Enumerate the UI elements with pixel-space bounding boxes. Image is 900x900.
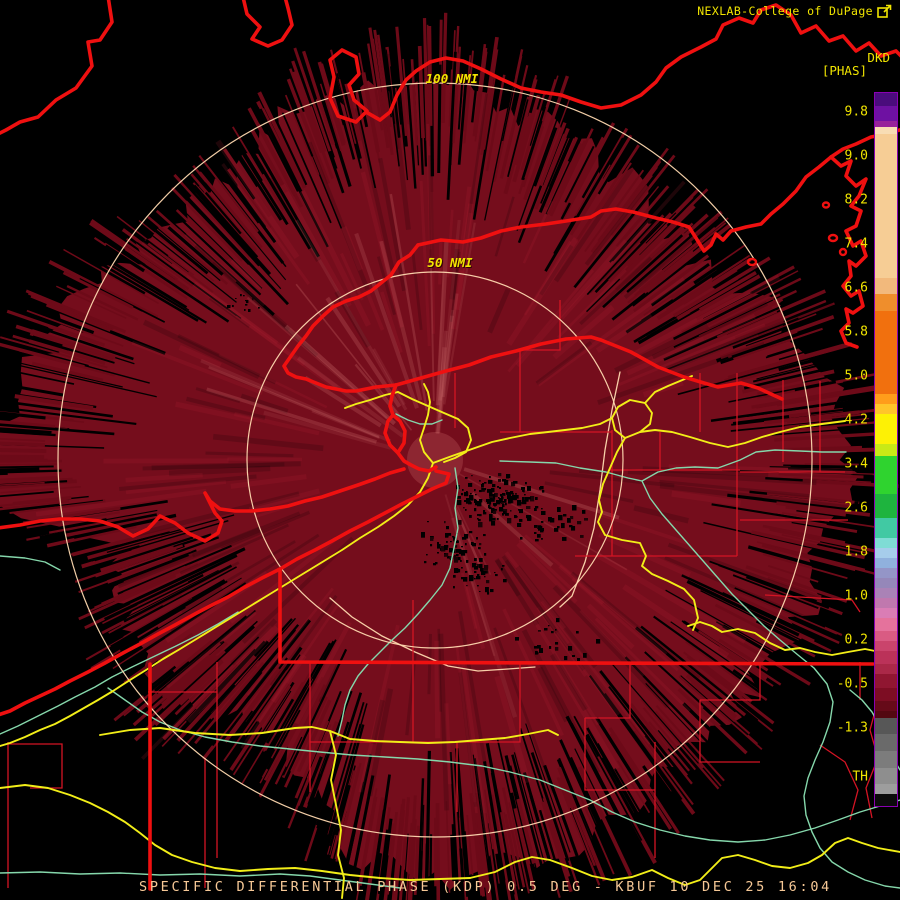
colorbar-segment xyxy=(875,518,897,538)
colorbar-segment xyxy=(875,404,897,414)
colorbar-segment xyxy=(875,688,897,701)
colorbar-tick-label: 5.8 xyxy=(844,324,868,340)
colorbar-segment xyxy=(875,134,897,278)
colorbar-tick-label: 7.4 xyxy=(844,236,868,252)
colorbar-segment xyxy=(875,578,897,588)
colorbar-segment xyxy=(875,618,897,631)
colorbar-segment xyxy=(875,444,897,456)
colorbar-tick-label: 8.2 xyxy=(844,192,868,208)
range-ring-100nmi-label: 100 NMI xyxy=(425,71,479,86)
colorbar-segment xyxy=(875,558,897,568)
colorbar-segment xyxy=(875,734,897,751)
colorbar-segment xyxy=(875,394,897,404)
colorbar-segment xyxy=(875,784,897,794)
external-link-icon[interactable] xyxy=(877,4,892,18)
colorbar xyxy=(874,92,898,807)
colorbar-tick-label: 9.8 xyxy=(844,104,868,120)
status-bar: SPECIFIC DIFFERENTIAL PHASE (KDP) 0.5 DE… xyxy=(139,879,832,895)
colorbar-segment xyxy=(875,674,897,688)
colorbar-tick-label: 1.8 xyxy=(844,544,868,560)
colorbar-segment xyxy=(875,608,897,618)
colorbar-segment xyxy=(875,568,897,578)
colorbar-threshold-label: TH xyxy=(852,769,868,785)
colorbar-segment xyxy=(875,598,897,608)
colorbar-segment xyxy=(875,294,897,311)
colorbar-tick-label: -0.5 xyxy=(836,676,868,692)
colorbar-tick-label: 2.6 xyxy=(844,500,868,516)
colorbar-segment xyxy=(875,106,897,121)
colorbar-segment xyxy=(875,768,897,784)
colorbar-segment xyxy=(875,494,897,518)
colorbar-segment xyxy=(875,588,897,598)
radar-map xyxy=(0,0,900,900)
radar-viewer: NEXLAB-College of DuPage DKD [PHAS] 9.8 9… xyxy=(0,0,900,900)
colorbar-segment xyxy=(875,711,897,718)
colorbar-segment xyxy=(875,651,897,664)
colorbar-segment xyxy=(875,631,897,641)
colorbar-tick-label: 9.0 xyxy=(844,148,868,164)
colorbar-segment xyxy=(875,414,897,444)
colorbar-segment xyxy=(875,664,897,674)
colorbar-tick-label: 0.2 xyxy=(844,632,868,648)
colorbar-tick-label: 3.4 xyxy=(844,456,868,472)
colorbar-tick-label: 1.0 xyxy=(844,588,868,604)
app-title: NEXLAB-College of DuPage xyxy=(697,4,873,18)
colorbar-segment xyxy=(875,93,897,106)
product-code: DKD xyxy=(867,50,890,65)
product-units: [PHAS] xyxy=(821,63,867,78)
colorbar-tick-label: 6.6 xyxy=(844,280,868,296)
colorbar-segment xyxy=(875,538,897,548)
colorbar-segment xyxy=(875,701,897,711)
colorbar-tick-label: 5.0 xyxy=(844,368,868,384)
colorbar-segment xyxy=(875,641,897,651)
colorbar-segment xyxy=(875,751,897,768)
colorbar-tick-label: -1.3 xyxy=(836,720,868,736)
colorbar-segment xyxy=(875,456,897,494)
colorbar-segment xyxy=(875,127,897,134)
colorbar-segment xyxy=(875,278,897,294)
colorbar-segment xyxy=(875,794,897,806)
colorbar-tick-label: 4.2 xyxy=(844,412,868,428)
colorbar-segment xyxy=(875,548,897,558)
range-ring-50nmi-label: 50 NMI xyxy=(427,255,473,270)
colorbar-segment xyxy=(875,311,897,394)
colorbar-segment xyxy=(875,718,897,734)
